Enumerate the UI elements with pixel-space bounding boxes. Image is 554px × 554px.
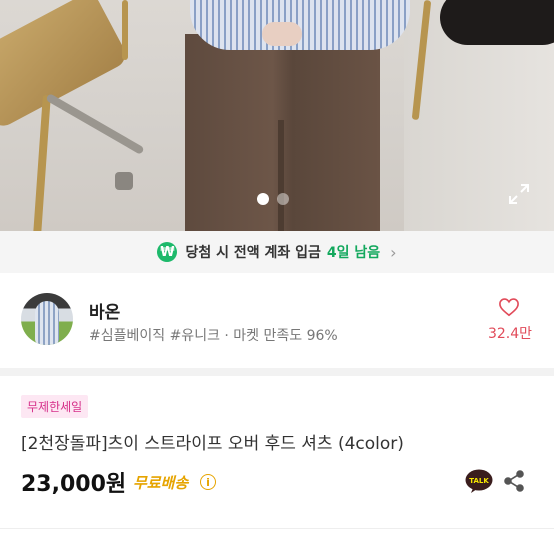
heart-icon[interactable] <box>498 297 520 317</box>
prize-notice-bar[interactable]: ₩ 당첨 시 전액 계좌 입금 4일 남음 › <box>0 231 554 273</box>
seller-name[interactable]: 바온 <box>89 298 120 323</box>
product-image[interactable] <box>0 0 554 231</box>
info-icon[interactable]: i <box>200 474 216 490</box>
prize-notice-text: 당첨 시 전액 계좌 입금 <box>185 245 321 261</box>
sale-tag: 무제한세일 <box>21 395 89 418</box>
seller-tags: #심플베이직 #유니크 · 마켓 만족도 96% <box>89 328 338 344</box>
photo-pants-seam <box>278 120 284 231</box>
product-title: [2천장돌파]츠이 스트라이프 오버 후드 셔츠 (4color) <box>21 434 404 454</box>
section-divider <box>0 368 554 376</box>
like-count: 32.4만 <box>487 326 532 342</box>
free-shipping-label: 무료배송 <box>133 474 189 492</box>
photo-chair-caster <box>115 172 133 190</box>
seller-avatar[interactable] <box>21 293 73 345</box>
photo-chair-base <box>45 93 145 155</box>
photo-hand <box>262 22 302 46</box>
avatar-figure <box>35 301 59 345</box>
carousel-dot[interactable] <box>257 193 269 205</box>
carousel-dot[interactable] <box>277 193 289 205</box>
bottom-divider <box>0 528 554 529</box>
chevron-right-icon: › <box>390 242 397 262</box>
product-price: 23,000원 <box>21 472 127 497</box>
kakao-talk-icon[interactable]: TALK <box>465 469 493 493</box>
photo-chair-leg <box>122 0 128 60</box>
won-icon: ₩ <box>157 242 178 262</box>
share-icon[interactable] <box>503 470 525 492</box>
svg-text:TALK: TALK <box>469 477 489 485</box>
photo-bag <box>440 0 554 45</box>
photo-chair-leg <box>33 94 51 231</box>
photo-shirt <box>190 0 410 50</box>
prize-days-left: 4일 남음 <box>326 245 381 261</box>
expand-icon[interactable] <box>508 183 530 205</box>
carousel-indicator <box>257 193 289 205</box>
seller-info[interactable]: 바온 #심플베이직 #유니크 · 마켓 만족도 96% 32.4만 <box>0 273 554 368</box>
